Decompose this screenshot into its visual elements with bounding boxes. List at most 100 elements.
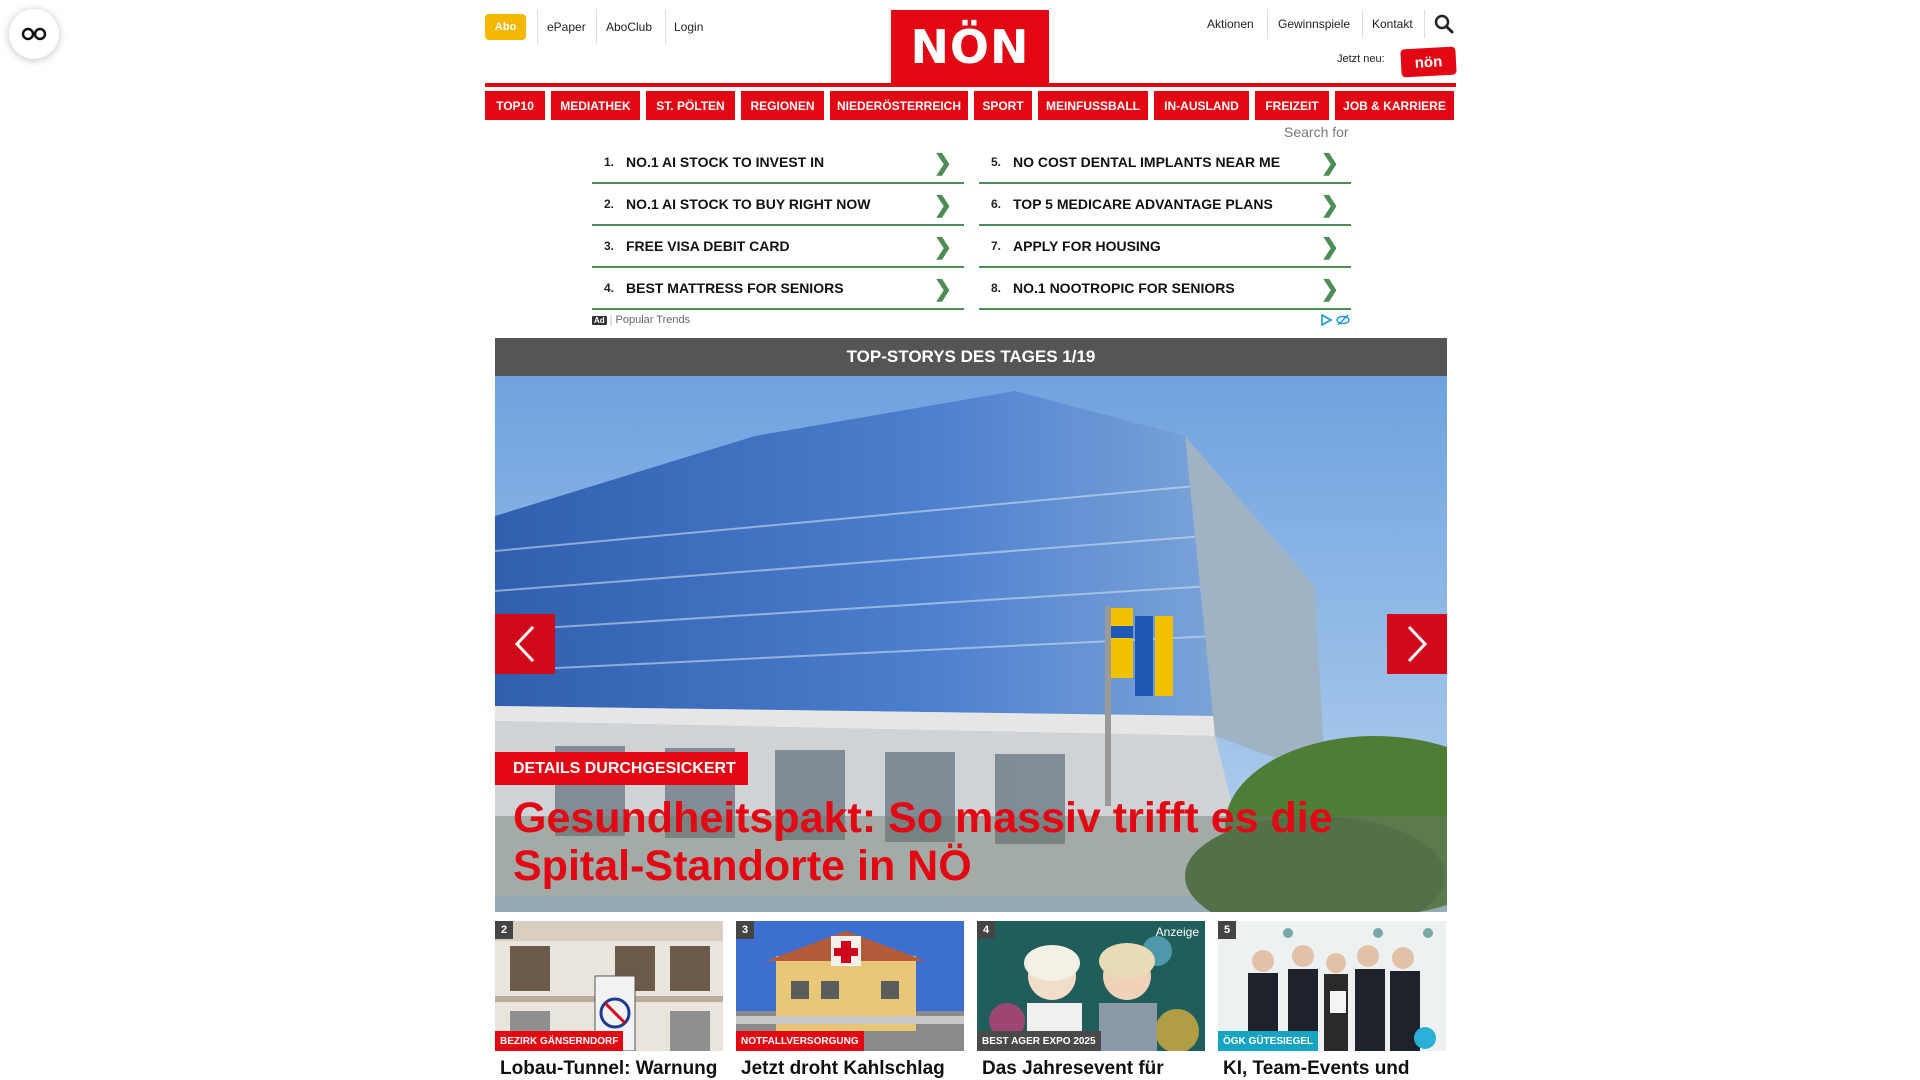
teaser-number: 5 — [1218, 921, 1236, 939]
chevron-right-icon: ❯ — [1320, 234, 1339, 259]
teaser-title[interactable]: Jetzt droht Kahlschlag bei Notarzt-Stand… — [736, 1051, 964, 1080]
ad-search-for-label: Search for — [1284, 124, 1349, 140]
chevron-right-icon: ❯ — [933, 192, 952, 217]
nav-item-mediathek[interactable]: MEDIATHEK — [551, 91, 640, 120]
nav-item-regionen[interactable]: REGIONEN — [741, 91, 824, 120]
aboclub-link[interactable]: AboClub — [606, 14, 652, 40]
teaser-kicker: NOTFALLVERSORGUNG — [736, 1031, 864, 1051]
nav-item-sport[interactable]: SPORT — [974, 91, 1032, 120]
divider: | — [609, 314, 613, 326]
teaser-kicker: ÖGK GÜTESIEGEL — [1218, 1031, 1319, 1051]
glasses-icon — [21, 27, 47, 41]
ad-link-text: FREE VISA DEBIT CARD — [626, 238, 790, 254]
aktionen-link[interactable]: Aktionen — [1207, 14, 1254, 34]
ad-link-number: 8. — [990, 281, 1001, 295]
teaser-card[interactable]: 2 BEZIRK GÄNSERNDORF Lobau-Tunnel: Warnu… — [495, 921, 723, 1080]
teaser-kicker: BEST AGER EXPO 2025 — [977, 1031, 1101, 1051]
nav-item-job-karriere[interactable]: JOB & KARRIERE — [1335, 91, 1454, 120]
teaser-image: 5 ÖGK GÜTESIEGEL — [1218, 921, 1446, 1051]
ad-link[interactable]: 4. BEST MATTRESS FOR SENIORS ❯ — [592, 268, 964, 310]
epaper-link[interactable]: ePaper — [547, 14, 586, 40]
login-link[interactable]: Login — [674, 14, 703, 40]
main-nav: TOP10 MEDIATHEK ST. PÖLTEN REGIONEN NIED… — [485, 91, 1456, 120]
carousel-prev-button[interactable] — [495, 614, 555, 674]
divider — [1424, 10, 1425, 38]
teaser-title[interactable]: Lobau-Tunnel: Warnung vor "türkis-rot-pi… — [495, 1051, 723, 1080]
chevron-right-icon: ❯ — [1320, 150, 1339, 175]
chevron-right-icon: ❯ — [933, 150, 952, 175]
nav-item-niederoesterreich[interactable]: NIEDERÖSTERREICH — [830, 91, 968, 120]
divider — [1267, 10, 1268, 38]
ad-link-number: 5. — [990, 155, 1001, 169]
ad-link[interactable]: 3. FREE VISA DEBIT CARD ❯ — [592, 226, 964, 268]
divider — [596, 10, 597, 44]
teaser-title[interactable]: KI, Team-Events und Obst: Was Unternehme… — [1218, 1051, 1446, 1080]
gewinnspiele-link[interactable]: Gewinnspiele — [1278, 14, 1350, 34]
adchoices-icon[interactable] — [1320, 314, 1350, 326]
divider — [665, 10, 666, 44]
hero-story[interactable]: DETAILS DURCHGESICKERT Gesundheitspakt: … — [495, 376, 1447, 912]
ad-link[interactable]: 5. NO COST DENTAL IMPLANTS NEAR ME ❯ — [979, 142, 1351, 184]
ad-link-number: 6. — [990, 197, 1001, 211]
divider — [1362, 10, 1363, 38]
camera-icon — [1414, 1027, 1436, 1049]
teaser-number: 3 — [736, 921, 754, 939]
chevron-right-icon: ❯ — [933, 234, 952, 259]
ad-link-number: 1. — [603, 155, 614, 169]
teaser-image: 2 BEZIRK GÄNSERNDORF — [495, 921, 723, 1051]
ad-link-text: NO COST DENTAL IMPLANTS NEAR ME — [1013, 154, 1281, 170]
chevron-right-icon — [1407, 625, 1428, 663]
story-teasers: 2 BEZIRK GÄNSERNDORF Lobau-Tunnel: Warnu… — [495, 921, 1447, 1080]
ad-link-text: TOP 5 MEDICARE ADVANTAGE PLANS — [1013, 196, 1273, 212]
nav-item-in-ausland[interactable]: IN-AUSLAND — [1154, 91, 1249, 120]
top-stories-header: TOP-STORYS DES TAGES 1/19 — [495, 338, 1447, 376]
teaser-card[interactable]: 3 NOTFALLVERSORGUNG Jetzt droht Kahlschl… — [736, 921, 964, 1080]
jetzt-neu-label: Jetzt neu: — [1337, 53, 1385, 65]
ad-source[interactable]: Popular Trends — [616, 314, 691, 326]
chevron-right-icon: ❯ — [1320, 276, 1339, 301]
divider — [537, 10, 538, 44]
ad-link-text: APPLY FOR HOUSING — [1013, 238, 1161, 254]
ad-link-text: NO.1 AI STOCK TO INVEST IN — [626, 154, 825, 170]
chevron-left-icon — [514, 625, 535, 663]
hero-kicker: DETAILS DURCHGESICKERT — [495, 752, 748, 785]
abo-button[interactable]: Abo — [485, 14, 526, 40]
chevron-right-icon: ❯ — [933, 276, 952, 301]
search-icon[interactable] — [1434, 14, 1454, 34]
ad-link-text: BEST MATTRESS FOR SENIORS — [626, 280, 844, 296]
reader-mode-button[interactable] — [9, 9, 59, 59]
nav-item-meinfussball[interactable]: MEINFUSSBALL — [1038, 91, 1148, 120]
teaser-image: 3 NOTFALLVERSORGUNG — [736, 921, 964, 1051]
ad-link[interactable]: 1. NO.1 AI STOCK TO INVEST IN ❯ — [592, 142, 964, 184]
teaser-card[interactable]: 5 ÖGK GÜTESIEGEL KI, Team-Events und Obs… — [1218, 921, 1446, 1080]
anzeige-label: Anzeige — [1155, 925, 1199, 939]
ad-link[interactable]: 8. NO.1 NOOTROPIC FOR SENIORS ❯ — [979, 268, 1351, 310]
teaser-image: 4 Anzeige BEST AGER EXPO 2025 — [977, 921, 1205, 1051]
ad-list-left: 1. NO.1 AI STOCK TO INVEST IN ❯ 2. NO.1 AI … — [592, 142, 964, 310]
ad-link[interactable]: 2. NO.1 AI STOCK TO BUY RIGHT NOW ❯ — [592, 184, 964, 226]
ad-footer: Ad | Popular Trends — [592, 313, 1350, 327]
nav-item-freizeit[interactable]: FREIZEIT — [1255, 91, 1329, 120]
nav-item-top10[interactable]: TOP10 — [485, 91, 545, 120]
ad-link-number: 7. — [990, 239, 1001, 253]
ad-link-text: NO.1 NOOTROPIC FOR SENIORS — [1013, 280, 1235, 296]
teaser-title[interactable]: Das Jahresevent für aktive Senioren und — [977, 1051, 1205, 1080]
hero-headline[interactable]: Gesundheitspakt: So massiv trifft es die… — [513, 794, 1433, 890]
ad-list-right: 5. NO COST DENTAL IMPLANTS NEAR ME ❯ 6. TOP… — [979, 142, 1351, 310]
top-bar: Abo ePaper AboClub Login NÖN Aktionen Ge… — [485, 0, 1457, 84]
ad-link-number: 4. — [603, 281, 614, 295]
carousel-next-button[interactable] — [1387, 614, 1447, 674]
kontakt-link[interactable]: Kontakt — [1372, 14, 1413, 34]
teaser-card[interactable]: 4 Anzeige BEST AGER EXPO 2025 Das Jahres… — [977, 921, 1205, 1080]
ad-link-number: 2. — [603, 197, 614, 211]
noen-logo[interactable]: NÖN — [891, 10, 1049, 84]
chevron-right-icon: ❯ — [1320, 192, 1339, 217]
neu-badge[interactable]: nön — [1400, 46, 1457, 78]
nav-item-st-poelten[interactable]: ST. PÖLTEN — [646, 91, 735, 120]
ad-link-number: 3. — [603, 239, 614, 253]
ad-link[interactable]: 6. TOP 5 MEDICARE ADVANTAGE PLANS ❯ — [979, 184, 1351, 226]
header-divider — [485, 83, 1456, 87]
ad-link[interactable]: 7. APPLY FOR HOUSING ❯ — [979, 226, 1351, 268]
teaser-number: 4 — [977, 921, 995, 939]
teaser-kicker: BEZIRK GÄNSERNDORF — [495, 1031, 624, 1051]
